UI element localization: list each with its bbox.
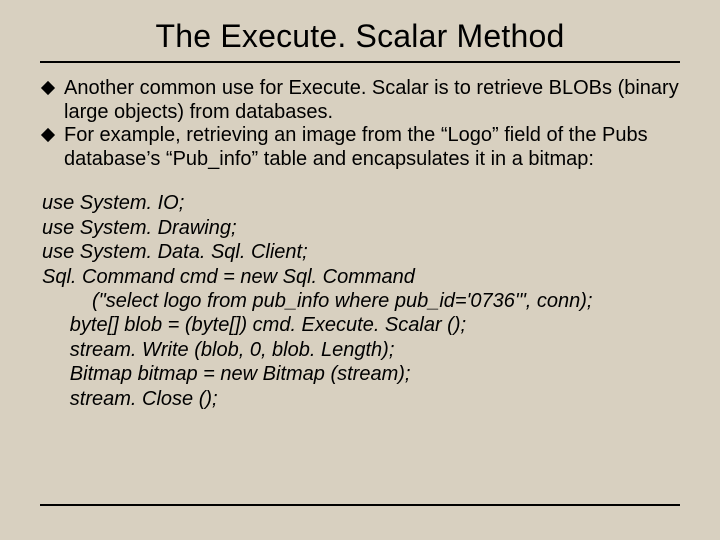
title-underline [40, 61, 680, 63]
bullet-list: Another common use for Execute. Scalar i… [40, 77, 680, 171]
bottom-rule [40, 504, 680, 506]
code-block: use System. IO; use System. Drawing; use… [42, 191, 680, 411]
slide: The Execute. Scalar Method Another commo… [0, 0, 720, 540]
slide-title: The Execute. Scalar Method [40, 18, 680, 55]
bullet-item: For example, retrieving an image from th… [40, 124, 680, 171]
bullet-item: Another common use for Execute. Scalar i… [40, 77, 680, 124]
diamond-icon [42, 130, 54, 142]
bullet-text: For example, retrieving an image from th… [64, 124, 648, 170]
diamond-icon [42, 83, 54, 95]
bullet-text: Another common use for Execute. Scalar i… [64, 77, 679, 123]
